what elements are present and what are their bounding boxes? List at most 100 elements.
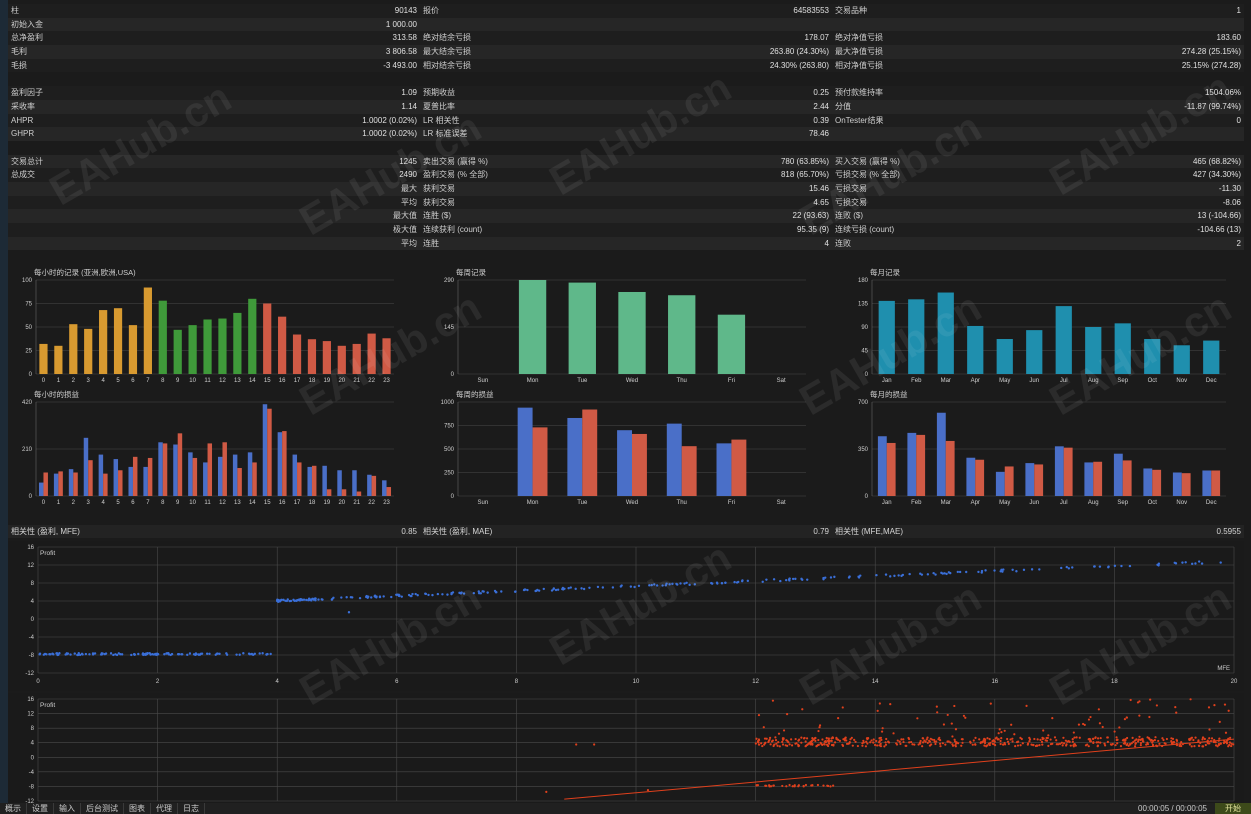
point xyxy=(169,653,172,657)
point xyxy=(755,737,758,740)
stats-row: 极大值 连续获利 (count) 95.35 (9) 连续亏损 (count) -104… xyxy=(8,223,1244,237)
point xyxy=(997,732,1000,735)
tab-item[interactable]: 日志 xyxy=(178,803,205,814)
point xyxy=(767,740,770,744)
point xyxy=(495,591,498,594)
point xyxy=(1203,737,1206,741)
stat-label: 预付款维持率 xyxy=(835,88,883,98)
y-tick: 250 xyxy=(444,471,455,477)
bar xyxy=(203,462,208,496)
stat-value: 780 (63.85%) xyxy=(780,156,829,166)
point xyxy=(1230,744,1233,748)
point xyxy=(1039,738,1042,742)
y-tick: 750 xyxy=(444,424,455,430)
stats-cell: 相对结余亏损 24.30% (263.80) xyxy=(420,59,832,73)
point xyxy=(569,586,572,589)
point xyxy=(733,580,736,584)
point xyxy=(526,588,529,592)
bar xyxy=(277,432,283,496)
x-tick: Wed xyxy=(626,378,638,384)
point xyxy=(1122,742,1125,745)
tab-item[interactable]: 代理 xyxy=(151,803,178,814)
x-tick: Aug xyxy=(1088,378,1099,384)
bar xyxy=(297,462,302,496)
point xyxy=(137,652,140,656)
stats-cell: 毛利 3 806.58 xyxy=(8,45,420,59)
bar xyxy=(717,314,746,374)
point xyxy=(955,741,958,744)
point xyxy=(1073,736,1076,739)
start-button[interactable]: 开始 xyxy=(1215,803,1251,814)
point xyxy=(242,652,245,655)
point xyxy=(142,653,145,657)
point xyxy=(1134,741,1138,745)
point xyxy=(1081,722,1085,726)
x-tick: 3 xyxy=(87,500,91,506)
stat-value: 95.35 (9) xyxy=(796,225,829,234)
point xyxy=(486,591,489,594)
tab-item[interactable]: 概示 xyxy=(0,803,27,814)
y-tick: 700 xyxy=(858,400,869,406)
point xyxy=(862,739,865,742)
stats-row: 柱 90143 报价 64583553 交易品种 1 xyxy=(8,4,1244,18)
point xyxy=(765,578,768,581)
point xyxy=(993,569,996,572)
bar xyxy=(173,444,178,496)
point xyxy=(1197,560,1201,563)
point xyxy=(791,785,794,788)
point xyxy=(100,653,104,656)
point xyxy=(69,653,72,656)
bar xyxy=(386,487,392,496)
point xyxy=(939,745,942,748)
point xyxy=(321,598,324,601)
point xyxy=(965,570,968,574)
bar xyxy=(173,329,182,374)
point xyxy=(668,583,671,586)
point xyxy=(554,588,558,592)
bar xyxy=(716,443,732,496)
point xyxy=(953,704,956,708)
y-tick: 90 xyxy=(861,325,868,331)
point xyxy=(1170,740,1173,743)
point xyxy=(351,596,354,599)
x-tick: 6 xyxy=(131,500,135,506)
point xyxy=(92,652,95,655)
stats-cell xyxy=(420,18,832,32)
stat-value: 1.09 xyxy=(401,88,417,98)
stat-label: 亏损交易 xyxy=(835,197,867,207)
bar-chart: 每周记录 0 145 290 Sun Mon Tue Wed Thu Fri Sat xyxy=(444,267,806,384)
point xyxy=(1069,744,1072,747)
point xyxy=(1107,565,1110,568)
point xyxy=(821,743,824,746)
point xyxy=(787,578,791,581)
stat-value: 274.28 (25.15%) xyxy=(1181,47,1241,57)
point xyxy=(829,785,832,788)
point xyxy=(754,742,757,745)
point xyxy=(676,583,679,586)
tab-item[interactable]: 设置 xyxy=(27,803,54,814)
tab-item[interactable]: 输入 xyxy=(54,803,81,814)
point xyxy=(814,736,817,740)
stat-label: 连败 xyxy=(835,238,851,248)
point xyxy=(152,653,156,656)
x-tick: Oct xyxy=(1148,378,1158,384)
tab-item[interactable]: 后台测试 xyxy=(81,803,124,814)
point xyxy=(872,738,875,741)
point xyxy=(841,706,844,709)
point xyxy=(962,714,966,717)
point xyxy=(899,742,902,746)
point xyxy=(655,584,659,587)
point xyxy=(1022,568,1026,572)
point xyxy=(964,716,967,719)
correlation-label: 相关性 (盈利, MFE) xyxy=(11,527,80,536)
stats-cell: 亏损交易 (% 全部) 427 (34.30%) xyxy=(832,168,1244,182)
point xyxy=(310,599,313,602)
point xyxy=(879,736,883,739)
point xyxy=(633,585,636,589)
point xyxy=(1138,714,1141,717)
point xyxy=(1045,736,1048,740)
tab-item[interactable]: 图表 xyxy=(124,803,151,814)
point xyxy=(961,738,964,741)
point xyxy=(1101,725,1104,729)
stats-row: 最大 获利交易 15.46 亏损交易 -11.30 xyxy=(8,181,1244,196)
